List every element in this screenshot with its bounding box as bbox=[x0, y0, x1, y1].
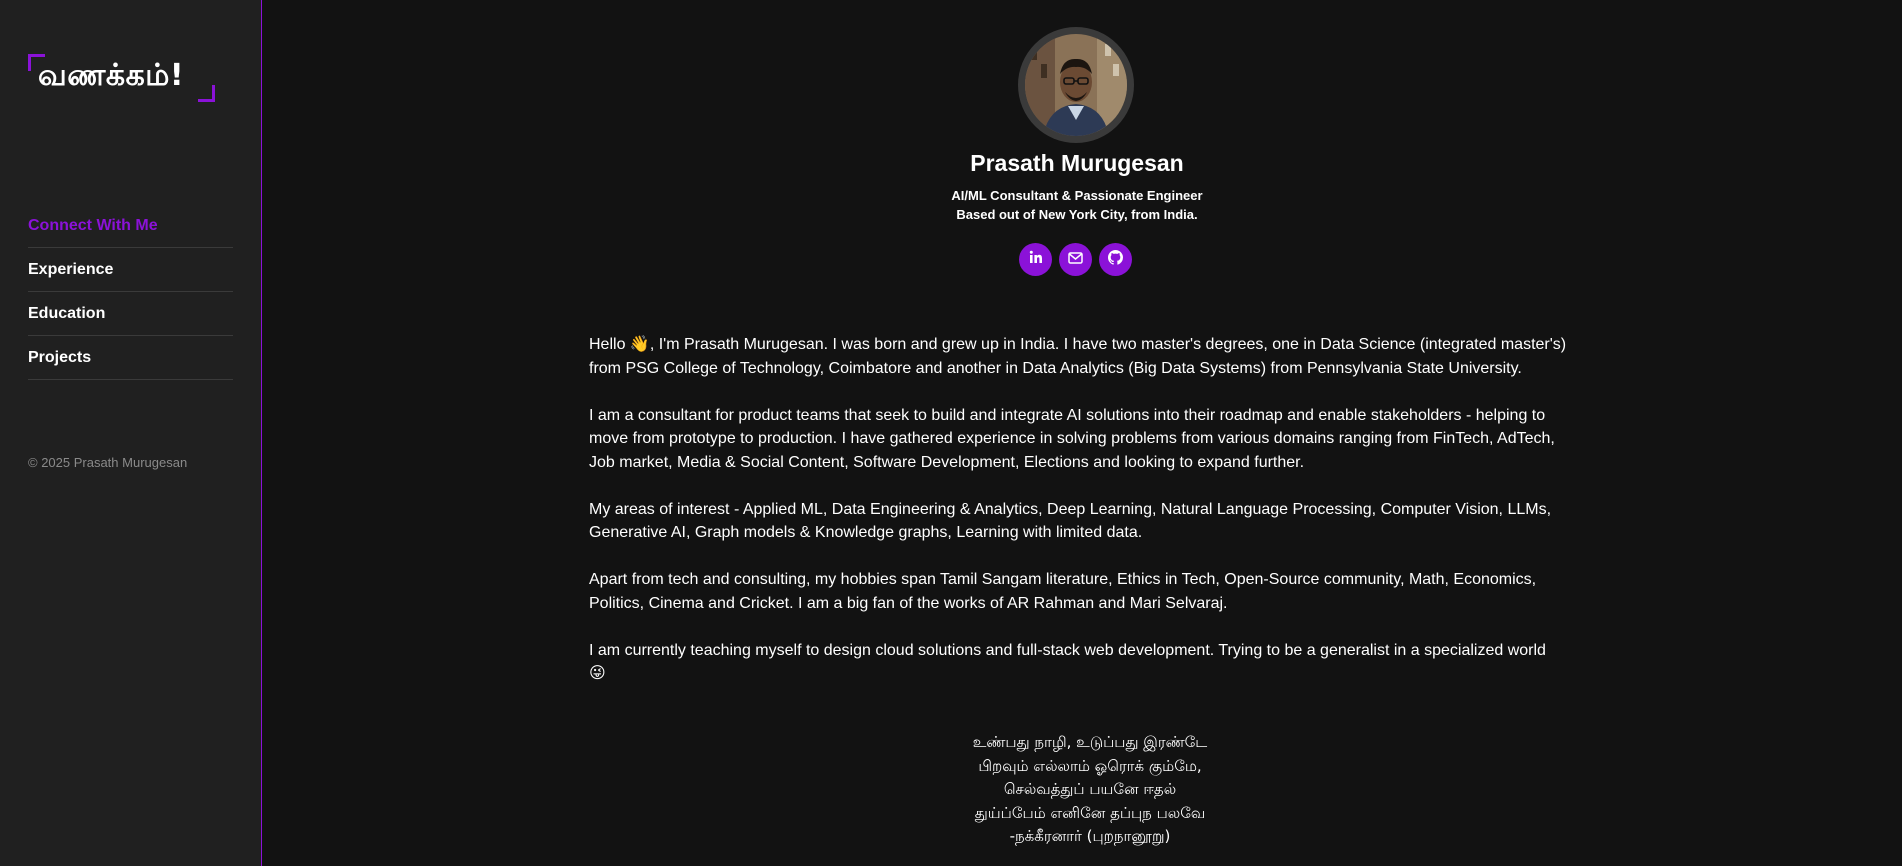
about-paragraph-learning: I am currently teaching myself to design… bbox=[589, 641, 1546, 683]
logo-text: வணக்கம்! bbox=[38, 58, 185, 93]
main-content: Prasath Murugesan AI/ML Consultant & Pas… bbox=[263, 0, 1902, 866]
profile-location: Based out of New York City, from India. bbox=[956, 207, 1198, 222]
linkedin-button[interactable] bbox=[1019, 243, 1052, 276]
copyright-text: © 2025 Prasath Murugesan bbox=[28, 455, 188, 470]
about-paragraph-hobbies: Apart from tech and consulting, my hobbi… bbox=[589, 571, 1537, 612]
about-section: Hello 👋, I'm Prasath Murugesan. I was bo… bbox=[589, 333, 1567, 709]
app: வணக்கம்! Connect With Me Experience Educ… bbox=[0, 0, 1902, 866]
poem-line: துய்ப்பேம் எனினே தப்புந பலவே bbox=[974, 803, 1206, 822]
github-button[interactable] bbox=[1099, 243, 1132, 276]
nav-item-connect[interactable]: Connect With Me bbox=[28, 204, 233, 248]
poem-line: பிறவும் எல்லாம் ஓரொக் கும்மே, bbox=[978, 756, 1202, 775]
profile-tagline: AI/ML Consultant & Passionate Engineer bbox=[951, 188, 1203, 203]
poem-line: செல்வத்துப் பயனே ஈதல் bbox=[1003, 780, 1177, 798]
nav-item-projects[interactable]: Projects bbox=[28, 336, 233, 380]
sidebar: வணக்கம்! Connect With Me Experience Educ… bbox=[0, 0, 262, 866]
social-links bbox=[1019, 243, 1132, 276]
linkedin-icon bbox=[1029, 250, 1043, 269]
nav-item-education[interactable]: Education bbox=[28, 292, 233, 336]
profile-photo bbox=[1025, 34, 1127, 136]
tamil-poem: உண்பது நாழி, உடுப்பது இரண்டே பிறவும் எல்… bbox=[589, 731, 1591, 849]
sidebar-nav: Connect With Me Experience Education Pro… bbox=[28, 204, 233, 380]
site-logo[interactable]: வணக்கம்! bbox=[28, 54, 215, 102]
avatar bbox=[1018, 27, 1134, 143]
poem-line: உண்பது நாழி, உடுப்பது இரண்டே bbox=[972, 733, 1208, 751]
nav-item-experience[interactable]: Experience bbox=[28, 248, 233, 292]
about-paragraph-interests: My areas of interest - Applied ML, Data … bbox=[589, 500, 1552, 542]
poem-attribution: -நக்கீரனார் (புறநானூறு) bbox=[1009, 827, 1171, 845]
profile-name: Prasath Murugesan bbox=[970, 150, 1184, 176]
about-paragraph-intro: Hello 👋, I'm Prasath Murugesan. I was bo… bbox=[589, 336, 1567, 377]
about-paragraph-consulting: I am a consultant for product teams that… bbox=[589, 406, 1555, 471]
mail-icon bbox=[1068, 251, 1083, 269]
logo-bracket-bottom-right bbox=[198, 85, 215, 102]
github-icon bbox=[1108, 249, 1123, 270]
email-button[interactable] bbox=[1059, 243, 1092, 276]
